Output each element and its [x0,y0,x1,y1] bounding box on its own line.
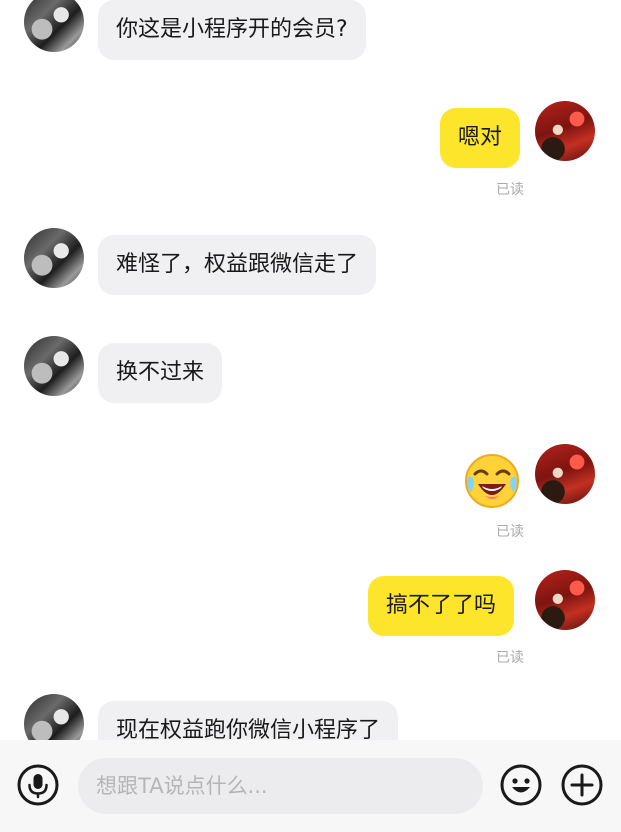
contact-avatar[interactable] [24,0,84,52]
message-bubble-sent[interactable]: 搞不了了吗 [368,576,515,636]
message-bubble-received[interactable]: 现在权益跑你微信小程序了 [98,701,399,740]
contact-avatar[interactable] [24,694,84,740]
user-avatar[interactable] [535,570,595,630]
chat-message-list[interactable]: 你这是小程序开的会员? 嗯对 已读 难怪了，权益跟微信走了 换不过来 已读 搞不… [0,0,621,740]
read-status: 已读 [496,650,524,666]
plus-icon[interactable] [561,764,603,806]
message-bubble-received[interactable]: 难怪了，权益跟微信走了 [98,235,377,295]
user-avatar[interactable] [535,444,595,504]
message-bubble-sent[interactable]: 嗯对 [440,108,521,168]
read-status: 已读 [496,182,524,198]
message-input-bar [0,740,621,832]
laughing-crying-emoji[interactable] [463,452,521,510]
user-avatar[interactable] [535,101,595,161]
smiley-icon[interactable] [500,764,542,806]
microphone-icon[interactable] [17,764,59,806]
message-input[interactable] [78,758,483,814]
contact-avatar[interactable] [24,336,84,396]
message-bubble-received[interactable]: 换不过来 [98,343,223,403]
read-status: 已读 [496,524,524,540]
message-bubble-received[interactable]: 你这是小程序开的会员? [98,0,366,60]
contact-avatar[interactable] [24,228,84,288]
